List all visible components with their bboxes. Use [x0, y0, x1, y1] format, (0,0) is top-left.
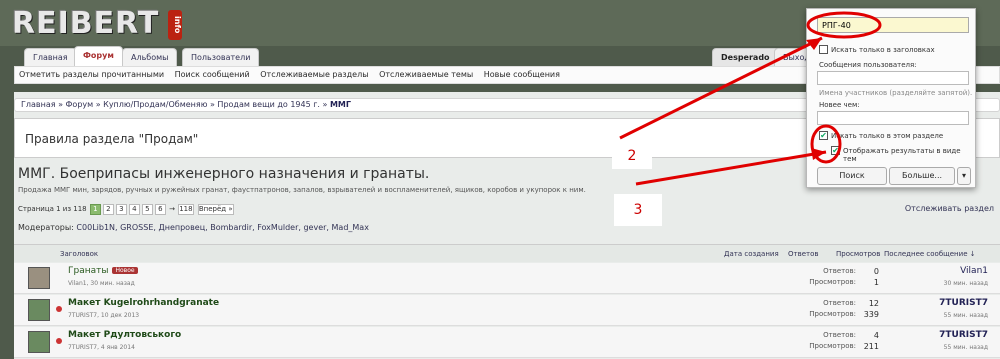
last-post-user[interactable]: 7TURIST7: [939, 330, 988, 340]
page-3[interactable]: 3: [115, 204, 127, 215]
thread-meta: 7TURIST7, 10 дек 2013: [68, 312, 140, 319]
moderator-names[interactable]: C00Lib1N, GROSSE, Днепровец, Bombardir, …: [76, 223, 369, 232]
tab-forum[interactable]: Форум: [74, 46, 123, 68]
watched-threads-link[interactable]: Отслеживаемые темы: [379, 70, 473, 79]
page-title: ММГ. Боеприпасы инженерного назначения и…: [18, 166, 430, 182]
mark-read-link[interactable]: Отметить разделы прочитанными: [19, 70, 164, 79]
names-hint: Имена участников (разделяйте запятой).: [819, 89, 973, 97]
thread-title[interactable]: Гранаты Новое: [68, 266, 138, 276]
chevron-down-icon[interactable]: ▾: [957, 167, 971, 185]
tab-albums[interactable]: Альбомы: [122, 48, 178, 68]
new-badge: Новое: [112, 267, 138, 274]
search-input[interactable]: [817, 17, 969, 33]
user-messages-label: Сообщения пользователя:: [819, 61, 917, 69]
stat-values: 01: [873, 267, 879, 287]
site-logo[interactable]: REIBERT: [12, 6, 159, 41]
search-dropdown: Искать только в заголовках Сообщения пол…: [806, 8, 976, 188]
page-label: Страница 1 из 118: [18, 205, 87, 213]
titles-only-label: Искать только в заголовках: [831, 46, 935, 54]
thread-meta: Vilan1, 30 мин. назад: [68, 280, 135, 287]
unread-dot-icon: [56, 338, 62, 344]
last-post-time[interactable]: 55 мин. назад: [944, 344, 988, 351]
stat-values: 4 211: [863, 331, 879, 351]
page-last[interactable]: 118: [178, 204, 194, 215]
tab-users[interactable]: Пользователи: [182, 48, 260, 68]
newer-than-label: Новее чем:: [819, 101, 860, 109]
logo-badge: info: [168, 10, 182, 40]
col-topic[interactable]: Заголовок: [60, 245, 98, 263]
table-row[interactable]: Макет Kugelrohrhandgranate 7TURIST7, 10 …: [14, 295, 1000, 326]
page-5[interactable]: 5: [141, 204, 153, 215]
tab-home[interactable]: Главная: [24, 48, 77, 68]
next-page-button[interactable]: Вперёд »: [197, 204, 234, 215]
page-jump-arrow: →: [169, 205, 175, 213]
search-posts-link[interactable]: Поиск сообщений: [175, 70, 250, 79]
newer-than-field[interactable]: [817, 111, 969, 125]
moderators-label: Модераторы:: [18, 223, 74, 232]
last-post-user[interactable]: 7TURIST7: [939, 298, 988, 308]
last-post-time[interactable]: 55 мин. назад: [944, 312, 988, 319]
annotation-3: 3: [614, 194, 662, 226]
avatar[interactable]: [28, 299, 50, 321]
stat-labels: Ответов: Просмотров:: [809, 299, 856, 318]
col-views[interactable]: Просмотров: [836, 245, 880, 263]
thread-meta: 7TURIST7, 4 янв 2014: [68, 344, 135, 351]
last-post-time[interactable]: 30 мин. назад: [944, 280, 988, 287]
thread-title[interactable]: Макет Рдултовського: [68, 330, 181, 340]
this-section-checkbox[interactable]: ✔: [819, 131, 828, 140]
section-description: Продажа ММГ мин, зарядов, ручных и ружей…: [18, 186, 586, 194]
table-row[interactable]: Гранаты Новое Vilan1, 30 мин. назад Ответ…: [14, 263, 1000, 294]
stat-labels: Ответов: Просмотров:: [809, 267, 856, 286]
follow-section-link[interactable]: Отслеживать раздел: [905, 204, 994, 213]
table-row[interactable]: Макет Рдултовського 7TURIST7, 4 янв 2014…: [14, 327, 1000, 358]
col-last-post[interactable]: Последнее сообщение ↓: [884, 245, 976, 263]
stat-values: 12 339: [863, 299, 879, 319]
page-6[interactable]: 6: [154, 204, 166, 215]
tab-account[interactable]: Desperado: [712, 48, 779, 68]
breadcrumb-path[interactable]: Главная » Форум » Куплю/Продам/Обменяю »…: [21, 100, 327, 109]
search-button[interactable]: Поиск: [817, 167, 887, 185]
moderators: Модераторы: C00Lib1N, GROSSE, Днепровец,…: [18, 223, 369, 232]
col-created[interactable]: Дата создания: [724, 245, 779, 263]
avatar[interactable]: [28, 331, 50, 353]
new-posts-link[interactable]: Новые сообщения: [484, 70, 560, 79]
user-messages-field[interactable]: [817, 71, 969, 85]
watched-forums-link[interactable]: Отслеживаемые разделы: [260, 70, 368, 79]
breadcrumb-current[interactable]: ММГ: [330, 100, 351, 109]
annotation-2: 2: [612, 143, 652, 169]
more-options-button[interactable]: Больше...: [889, 167, 955, 185]
page-2[interactable]: 2: [102, 204, 114, 215]
as-threads-checkbox[interactable]: ✔: [831, 146, 840, 155]
stat-labels: Ответов: Просмотров:: [809, 331, 856, 350]
last-post-user[interactable]: Vilan1: [960, 266, 988, 276]
col-replies[interactable]: Ответов: [788, 245, 819, 263]
table-header: Заголовок Дата создания Ответов Просмотр…: [14, 244, 1000, 262]
avatar[interactable]: [28, 267, 50, 289]
pagination: Страница 1 из 118 123456 → 118 Вперёд »: [18, 203, 235, 215]
as-threads-label: Отображать результаты в виде тем: [843, 147, 961, 163]
thread-title[interactable]: Макет Kugelrohrhandgranate: [68, 298, 219, 308]
this-section-label: Искать только в этом разделе: [831, 132, 944, 140]
page-1[interactable]: 1: [89, 204, 101, 215]
titles-only-checkbox[interactable]: [819, 45, 828, 54]
page-4[interactable]: 4: [128, 204, 140, 215]
unread-dot-icon: [56, 306, 62, 312]
